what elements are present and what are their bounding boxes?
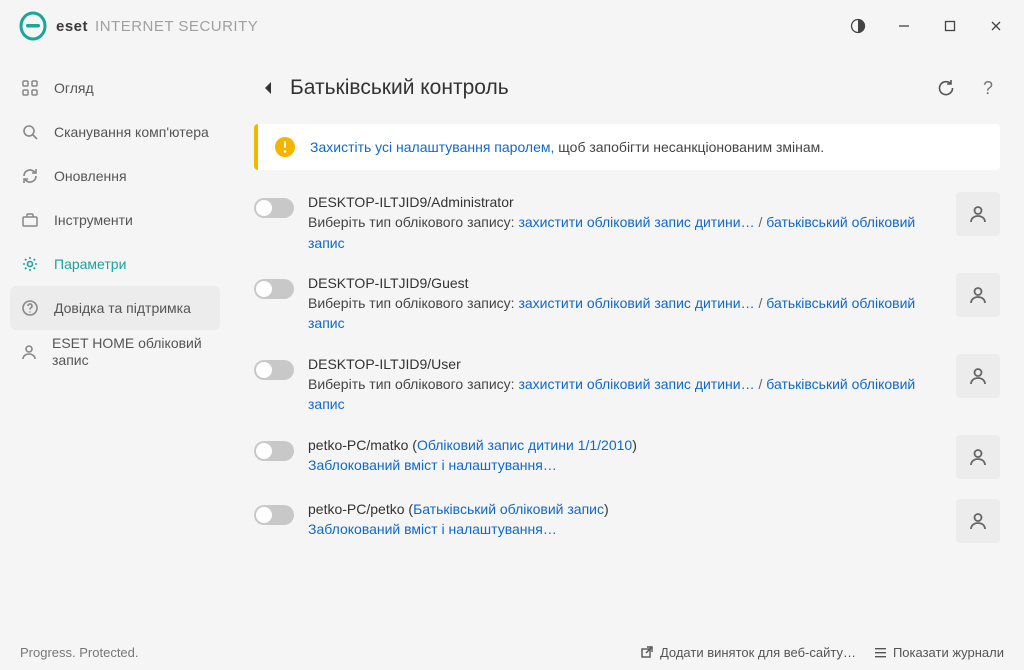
- banner-text: Захистіть усі налаштування паролем, щоб …: [310, 139, 824, 155]
- main-content: Батьківський контроль ? Захистіть усі на…: [230, 52, 1024, 634]
- sidebar-item-label: Параметри: [54, 256, 126, 273]
- account-row: DESKTOP-ILTJID9/Guest Виберіть тип облік…: [254, 263, 1000, 344]
- protect-child-link[interactable]: захистити обліковий запис дитини…: [518, 295, 754, 311]
- refresh-icon: [20, 166, 40, 186]
- add-exception-button[interactable]: Додати виняток для веб-сайту…: [640, 645, 856, 660]
- product-name: INTERNET SECURITY: [95, 18, 258, 35]
- sidebar-item-label: ESET HOME обліковий запис: [52, 335, 210, 369]
- minimize-button[interactable]: [890, 12, 918, 40]
- account-toggle[interactable]: [254, 279, 294, 299]
- gear-icon: [20, 254, 40, 274]
- protect-child-link[interactable]: захистити обліковий запис дитини…: [518, 214, 754, 230]
- blocked-content-link[interactable]: Заблокований вміст і налаштування…: [308, 521, 557, 537]
- briefcase-icon: [20, 210, 40, 230]
- page-header: Батьківський контроль ?: [254, 66, 1000, 110]
- sidebar-item-update[interactable]: Оновлення: [10, 154, 220, 198]
- sidebar-item-label: Довідка та підтримка: [54, 300, 191, 317]
- protect-child-link[interactable]: захистити обліковий запис дитини…: [518, 376, 754, 392]
- eset-logo-icon: [18, 11, 48, 41]
- account-toggle[interactable]: [254, 441, 294, 461]
- warning-icon: [274, 136, 296, 158]
- sidebar-item-label: Сканування комп'ютера: [54, 124, 209, 141]
- sidebar: Огляд Сканування комп'ютера Оновлення Ін…: [0, 52, 230, 634]
- back-button[interactable]: [254, 74, 282, 102]
- banner-link[interactable]: Захистіть усі налаштування паролем,: [310, 139, 554, 155]
- brand-name: eset: [56, 18, 88, 35]
- list-icon: [874, 646, 887, 659]
- account-user-button[interactable]: [956, 435, 1000, 479]
- reload-icon[interactable]: [934, 76, 958, 100]
- account-title: DESKTOP-ILTJID9/User: [308, 354, 936, 374]
- help-icon[interactable]: ?: [976, 76, 1000, 100]
- account-row: DESKTOP-ILTJID9/User Виберіть тип обліко…: [254, 344, 1000, 425]
- account-user-button[interactable]: [956, 499, 1000, 543]
- account-user-button[interactable]: [956, 354, 1000, 398]
- app-logo: eset INTERNET SECURITY: [18, 11, 258, 41]
- account-row: DESKTOP-ILTJID9/Administrator Виберіть т…: [254, 182, 1000, 263]
- account-title: DESKTOP-ILTJID9/Guest: [308, 273, 936, 293]
- footer-tagline: Progress. Protected.: [20, 645, 139, 660]
- page-title: Батьківський контроль: [290, 76, 509, 100]
- user-icon: [20, 342, 38, 362]
- grid-icon: [20, 78, 40, 98]
- help-icon: [20, 298, 40, 318]
- account-toggle[interactable]: [254, 505, 294, 525]
- footer: Progress. Protected. Додати виняток для …: [0, 634, 1024, 670]
- account-type-link[interactable]: Батьківський обліковий запис: [413, 501, 604, 517]
- titlebar: eset INTERNET SECURITY: [0, 0, 1024, 52]
- maximize-button[interactable]: [936, 12, 964, 40]
- account-toggle[interactable]: [254, 198, 294, 218]
- sidebar-item-label: Інструменти: [54, 212, 133, 229]
- sidebar-item-settings[interactable]: Параметри: [10, 242, 220, 286]
- blocked-content-link[interactable]: Заблокований вміст і налаштування…: [308, 457, 557, 473]
- account-title: petko-PC/petko (Батьківський обліковий з…: [308, 499, 936, 519]
- account-toggle[interactable]: [254, 360, 294, 380]
- sidebar-item-account[interactable]: ESET HOME обліковий запис: [10, 330, 220, 374]
- account-row: petko-PC/petko (Батьківський обліковий з…: [254, 489, 1000, 553]
- sidebar-item-overview[interactable]: Огляд: [10, 66, 220, 110]
- account-user-button[interactable]: [956, 273, 1000, 317]
- account-title: petko-PC/matko (Обліковий запис дитини 1…: [308, 435, 936, 455]
- sidebar-item-tools[interactable]: Інструменти: [10, 198, 220, 242]
- show-logs-button[interactable]: Показати журнали: [874, 645, 1004, 660]
- accounts-list: DESKTOP-ILTJID9/Administrator Виберіть т…: [254, 182, 1000, 553]
- sidebar-item-scan[interactable]: Сканування комп'ютера: [10, 110, 220, 154]
- search-icon: [20, 122, 40, 142]
- account-type-link[interactable]: Обліковий запис дитини 1/1/2010: [417, 437, 632, 453]
- sidebar-item-label: Оновлення: [54, 168, 127, 185]
- external-link-icon: [640, 645, 654, 659]
- account-user-button[interactable]: [956, 192, 1000, 236]
- account-row: petko-PC/matko (Обліковий запис дитини 1…: [254, 425, 1000, 489]
- sidebar-item-label: Огляд: [54, 80, 94, 97]
- close-button[interactable]: [982, 12, 1010, 40]
- account-title: DESKTOP-ILTJID9/Administrator: [308, 192, 936, 212]
- contrast-icon[interactable]: [844, 12, 872, 40]
- password-warning-banner: Захистіть усі налаштування паролем, щоб …: [254, 124, 1000, 170]
- sidebar-item-help[interactable]: Довідка та підтримка: [10, 286, 220, 330]
